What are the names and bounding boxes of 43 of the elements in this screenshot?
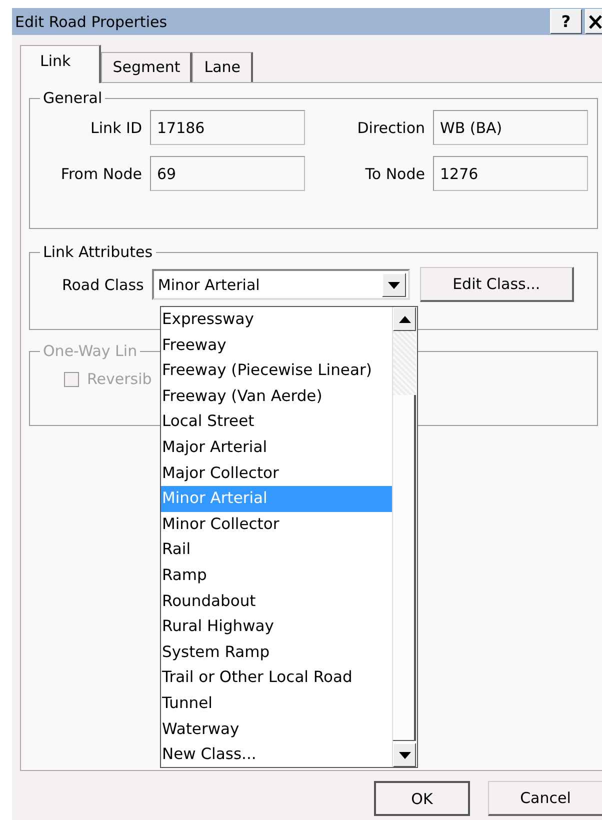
dialog-button[interactable]: OK <box>374 781 470 816</box>
list-item[interactable]: Freeway (Van Aerde) <box>161 384 392 410</box>
group-title: General <box>42 89 104 107</box>
list-item[interactable]: New Class... <box>161 742 392 767</box>
text-field[interactable]: 1276 <box>433 156 588 191</box>
list-item[interactable]: Ramp <box>161 562 392 589</box>
list-item[interactable]: Trail or Other Local Road <box>161 665 392 691</box>
tab[interactable]: Segment <box>100 52 192 82</box>
group-title: Link Attributes <box>42 243 154 261</box>
checkbox-label: Reversib <box>87 370 152 388</box>
dialog-button[interactable]: Cancel <box>488 781 602 816</box>
list-item[interactable]: Expressway <box>161 307 392 333</box>
list-item[interactable]: Minor Collector <box>161 512 392 538</box>
field-label: From Node <box>60 164 142 182</box>
scroll-up-icon[interactable] <box>393 307 416 331</box>
help-button[interactable]: ? <box>550 9 582 34</box>
list-item[interactable]: Rural Highway <box>161 614 392 640</box>
scroll-down-icon[interactable] <box>393 743 416 767</box>
field-label: Road Class <box>62 276 144 294</box>
list-item[interactable]: Waterway <box>161 716 392 742</box>
edit-class-button[interactable]: Edit Class... <box>420 267 574 302</box>
group-title: One-Way Lin <box>42 342 138 360</box>
list-item[interactable]: Roundabout <box>161 588 392 614</box>
close-button[interactable] <box>585 9 602 34</box>
text-field[interactable]: WB (BA) <box>433 110 588 145</box>
list-item[interactable]: Freeway <box>161 332 392 358</box>
list-item[interactable]: Rail <box>161 537 392 563</box>
road-class-dropdown[interactable]: Minor Arterial <box>152 269 410 300</box>
text-field[interactable]: 69 <box>150 156 305 191</box>
field-label: Link ID <box>90 118 142 136</box>
text-field[interactable]: 17186 <box>150 110 305 145</box>
list-item[interactable]: Local Street <box>161 409 392 435</box>
list-item[interactable]: System Ramp <box>161 640 392 666</box>
field-label: Direction <box>356 118 425 136</box>
list-item[interactable]: Freeway (Piecewise Linear) <box>161 358 392 384</box>
window-title: Edit Road Properties <box>14 12 168 30</box>
tab[interactable]: Link <box>20 45 101 83</box>
scrollbar-thumb[interactable] <box>393 395 416 741</box>
list-item[interactable]: Major Collector <box>161 460 392 486</box>
list-item[interactable]: Tunnel <box>161 690 392 716</box>
list-item[interactable]: Major Arterial <box>161 434 392 461</box>
tab[interactable]: Lane <box>192 52 253 82</box>
field-label: To Node <box>364 164 425 182</box>
